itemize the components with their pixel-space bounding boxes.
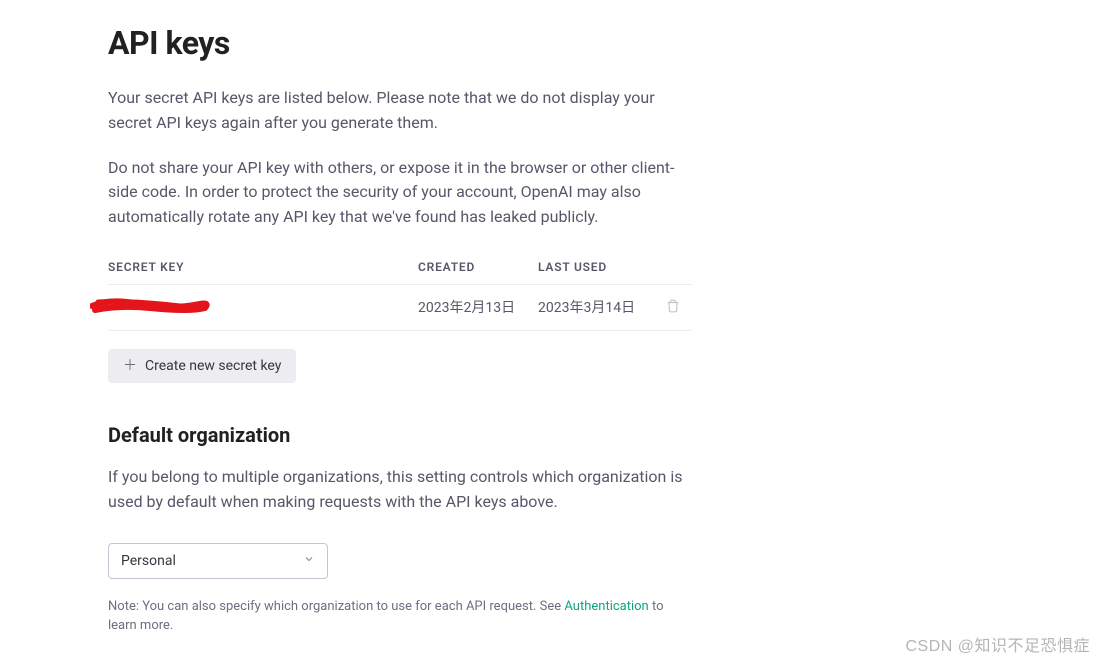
chevron-down-icon <box>303 553 315 569</box>
default-org-description: If you belong to multiple organizations,… <box>108 465 692 515</box>
trash-icon <box>666 299 680 316</box>
default-org-heading: Default organization <box>108 423 692 447</box>
cell-secret-key <box>108 284 418 330</box>
api-keys-table: SECRET KEY CREATED LAST USED 2023年2月13日 <box>108 250 692 331</box>
table-row: 2023年2月13日 2023年3月14日 <box>108 284 692 330</box>
intro-paragraph-2: Do not share your API key with others, o… <box>108 156 692 230</box>
delete-key-button[interactable] <box>662 295 684 320</box>
cell-created: 2023年2月13日 <box>418 284 538 330</box>
page-title: API keys <box>108 24 692 62</box>
intro-paragraph-1: Your secret API keys are listed below. P… <box>108 86 692 136</box>
column-header-secret: SECRET KEY <box>108 250 418 285</box>
plus-icon: ＋ <box>123 359 137 373</box>
api-keys-page: API keys Your secret API keys are listed… <box>0 0 800 636</box>
watermark-text: CSDN @知识不足恐惧症 <box>905 632 1090 656</box>
create-secret-key-button[interactable]: ＋ Create new secret key <box>108 349 296 383</box>
column-header-created: CREATED <box>418 250 538 285</box>
org-note-prefix: Note: You can also specify which organiz… <box>108 599 564 614</box>
org-note: Note: You can also specify which organiz… <box>108 597 692 636</box>
column-header-action <box>658 250 692 285</box>
cell-last-used: 2023年3月14日 <box>538 284 658 330</box>
organization-select[interactable]: Personal <box>108 543 328 579</box>
authentication-link[interactable]: Authentication <box>564 599 648 614</box>
redacted-key-mark <box>108 298 218 312</box>
column-header-lastused: LAST USED <box>538 250 658 285</box>
create-key-label: Create new secret key <box>145 358 281 374</box>
organization-selected-value: Personal <box>121 553 176 569</box>
